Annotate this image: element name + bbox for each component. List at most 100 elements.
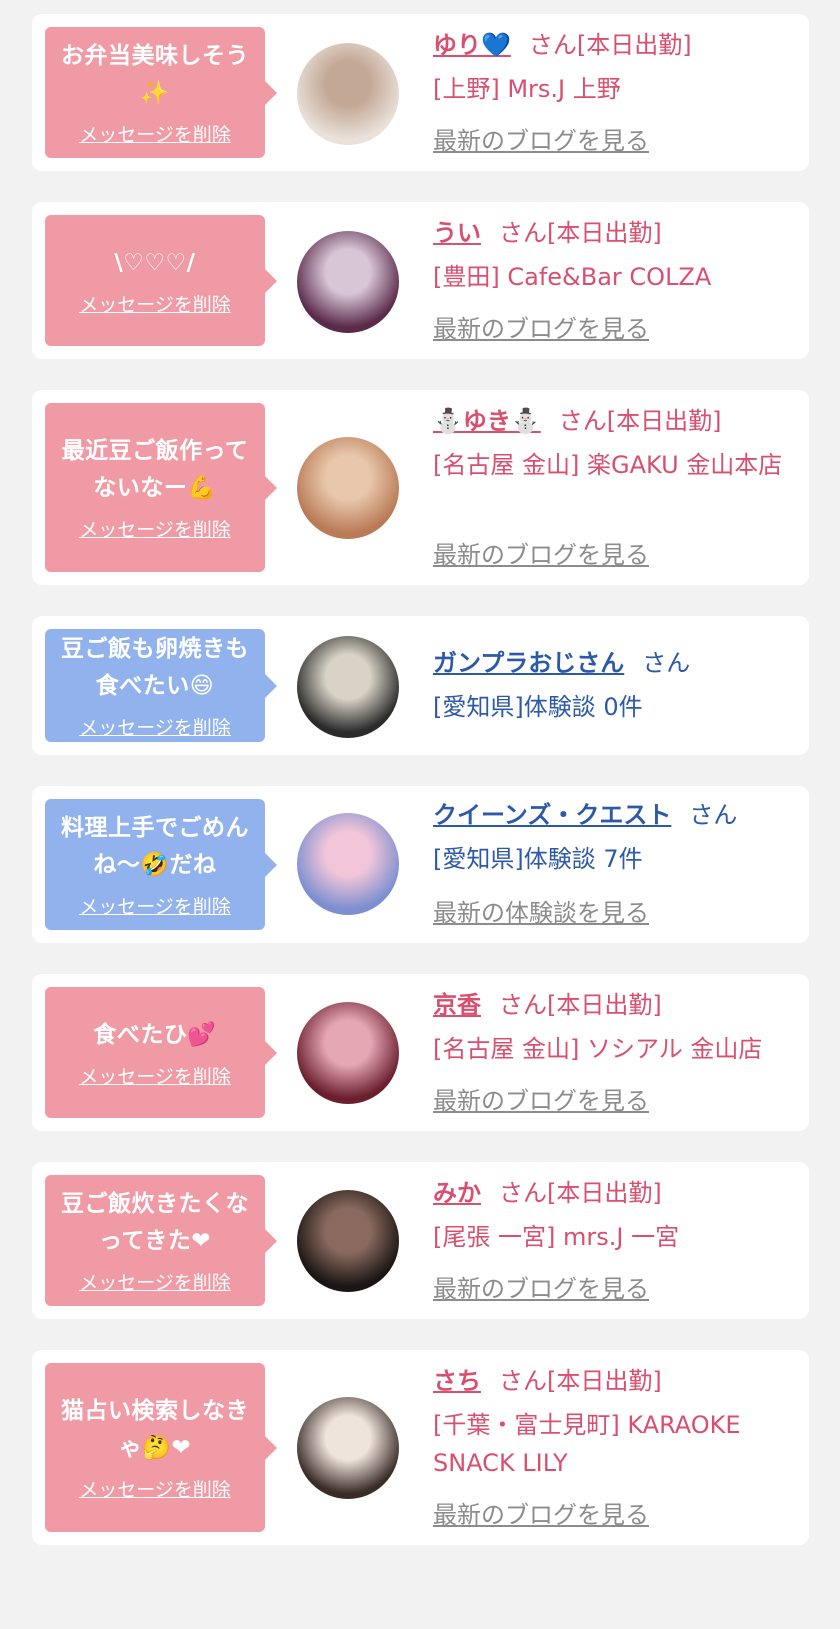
sender-status: さん [642, 649, 691, 677]
message-bubble: 猫占い検索しなき ゃ🤔❤ メッセージを削除 [45, 1363, 277, 1532]
message-card: 食べたひ💕 メッセージを削除 京香 さん[本日出勤] [名古屋 金山] ソシアル 金山店… [32, 974, 809, 1131]
avatar[interactable] [297, 437, 399, 539]
sender-name-line: クイーンズ・クエスト さん [433, 798, 791, 832]
avatar[interactable] [297, 1002, 399, 1104]
message-text: \♡♡♡/ [114, 245, 195, 282]
avatar[interactable] [297, 813, 399, 915]
latest-blog-link[interactable]: 最新のブログを見る [433, 535, 649, 570]
sender-name-link[interactable]: みか [433, 1179, 481, 1207]
sender-info: ゆり💙 さん[本日出勤] [上野] Mrs.J 上野最新のブログを見る [433, 28, 791, 171]
message-bubble: \♡♡♡/ メッセージを削除 [45, 215, 277, 346]
sender-info: クイーンズ・クエスト さん [愛知県]体験談 7件最新の体験談を見る [433, 798, 791, 943]
message-card: お弁当美味しそう ✨ メッセージを削除 ゆり💙 さん[本日出勤] [上野] Mrs.J 上… [32, 14, 809, 171]
message-line: ないなー💪 [93, 475, 217, 501]
latest-blog-link[interactable]: 最新のブログを見る [433, 121, 649, 156]
sender-name-line: ⛄ゆき⛄ さん[本日出勤] [433, 404, 791, 438]
message-line: \♡♡♡/ [114, 249, 196, 276]
sender-info: みか さん[本日出勤] [尾張 一宮] mrs.J 一宮最新のブログを見る [433, 1176, 791, 1319]
avatar[interactable] [297, 43, 399, 145]
sender-status: さん[本日出勤] [499, 991, 662, 1019]
sender-info: うい さん[本日出勤] [豊田] Cafe&Bar COLZA 最新のブログを見る [433, 216, 791, 359]
message-line: 最近豆ご飯作って [61, 438, 249, 464]
sender-status: さん[本日出勤] [499, 1367, 662, 1395]
sender-name-link[interactable]: ガンプラおじさん [433, 649, 624, 677]
sender-name-link[interactable]: さち [433, 1367, 481, 1395]
avatar[interactable] [297, 1397, 399, 1499]
sender-info: さち さん[本日出勤] [千葉・富士見町] KARAOKE SNACK LILY 最新… [433, 1364, 791, 1545]
shop-name: [千葉・富士見町] KARAOKE SNACK LILY [433, 1411, 741, 1477]
delete-message-link[interactable]: メッセージを削除 [79, 290, 231, 317]
sender-info: ⛄ゆき⛄ さん[本日出勤] [名古屋 金山] 楽GAKU 金山本店最新のブログを見る [433, 404, 791, 585]
message-bubble: 豆ご飯も卵焼きも 食べたい😄 メッセージを削除 [45, 629, 277, 742]
message-text: 豆ご飯も卵焼きも 食べたい😄 [61, 631, 249, 705]
shop-name: [豊田] Cafe&Bar COLZA [433, 263, 712, 291]
delete-message-link[interactable]: メッセージを削除 [79, 120, 231, 147]
message-line: 豆ご飯も卵焼きも [61, 636, 249, 662]
message-card: \♡♡♡/ メッセージを削除 うい さん[本日出勤] [豊田] Cafe&Bar COL… [32, 202, 809, 359]
delete-message-link[interactable]: メッセージを削除 [79, 1062, 231, 1089]
message-card: 料理上手でごめん ね〜🤣だねメッセージを削除 クイーンズ・クエスト さん [愛知県]体験… [32, 786, 809, 943]
delete-message-link[interactable]: メッセージを削除 [79, 1268, 231, 1295]
message-line: 料理上手でごめん [61, 815, 249, 841]
sender-name-line: ゆり💙 さん[本日出勤] [433, 28, 791, 62]
message-text: 食べたひ💕 [93, 1017, 216, 1054]
avatar[interactable] [297, 231, 399, 333]
message-line: 食べたい😄 [95, 673, 215, 699]
message-line: ね〜🤣だね [93, 852, 217, 878]
shop-name: [上野] Mrs.J 上野 [433, 75, 621, 103]
latest-blog-link[interactable]: 最新のブログを見る [433, 1495, 649, 1530]
message-bubble: 豆ご飯炊きたくな ってきた❤ メッセージを削除 [45, 1175, 277, 1306]
sender-info: ガンプラおじさん さん [愛知県]体験談 0件 [433, 646, 791, 755]
review-count: [愛知県]体験談 7件 [433, 845, 643, 873]
sender-status: さん[本日出勤] [528, 31, 692, 59]
message-line: ってきた❤ [99, 1228, 211, 1254]
sender-name-line: うい さん[本日出勤] [433, 216, 791, 250]
sender-status: さん[本日出勤] [558, 407, 722, 435]
sender-name-line: みか さん[本日出勤] [433, 1176, 791, 1210]
message-card: 豆ご飯も卵焼きも 食べたい😄 メッセージを削除 ガンプラおじさん さん [愛知県]体験談 … [32, 616, 809, 755]
avatar[interactable] [297, 636, 399, 738]
delete-message-link[interactable]: メッセージを削除 [79, 713, 231, 740]
sender-name-line: ガンプラおじさん さん [433, 646, 791, 680]
latest-blog-link[interactable]: 最新のブログを見る [433, 1269, 649, 1304]
message-line: お弁当美味しそう [61, 43, 249, 69]
sender-name-link[interactable]: うい [433, 219, 481, 247]
message-text: 最近豆ご飯作って ないなー💪 [62, 433, 249, 507]
message-bubble: お弁当美味しそう ✨ メッセージを削除 [45, 27, 277, 158]
sender-status: さん[本日出勤] [499, 1179, 662, 1207]
delete-message-link[interactable]: メッセージを削除 [79, 1475, 231, 1502]
sender-status: さん[本日出勤] [499, 219, 662, 247]
message-card: 最近豆ご飯作って ないなー💪 メッセージを削除 ⛄ゆき⛄ さん[本日出勤] [名古屋 金山… [32, 390, 809, 585]
latest-review-link[interactable]: 最新の体験談を見る [433, 893, 649, 928]
message-list: お弁当美味しそう ✨ メッセージを削除 ゆり💙 さん[本日出勤] [上野] Mrs.J 上… [0, 0, 840, 1629]
message-text: 料理上手でごめん ね〜🤣だね [61, 810, 249, 884]
sender-name-link[interactable]: ゆり💙 [433, 31, 511, 59]
shop-name: [尾張 一宮] mrs.J 一宮 [433, 1223, 680, 1251]
message-line: 食べたひ💕 [93, 1021, 217, 1048]
message-card: 豆ご飯炊きたくな ってきた❤ メッセージを削除 みか さん[本日出勤] [尾張 一宮] m… [32, 1162, 809, 1319]
delete-message-link[interactable]: メッセージを削除 [79, 892, 231, 919]
shop-name: [名古屋 金山] 楽GAKU 金山本店 [433, 451, 783, 479]
message-line: ゃ🤔❤ [118, 1435, 192, 1461]
message-bubble: 食べたひ💕 メッセージを削除 [45, 987, 277, 1118]
sender-name-link[interactable]: クイーンズ・クエスト [433, 801, 671, 829]
message-text: 猫占い検索しなき ゃ🤔❤ [61, 1393, 249, 1467]
message-text: お弁当美味しそう ✨ [61, 38, 249, 112]
message-card: 猫占い検索しなき ゃ🤔❤ メッセージを削除 さち さん[本日出勤] [千葉・富士見町] K… [32, 1350, 809, 1545]
latest-blog-link[interactable]: 最新のブログを見る [433, 1081, 649, 1116]
sender-info: 京香 さん[本日出勤] [名古屋 金山] ソシアル 金山店最新のブログを見る [433, 988, 791, 1131]
delete-message-link[interactable]: メッセージを削除 [79, 515, 231, 542]
message-line: 豆ご飯炊きたくな [61, 1191, 249, 1217]
sender-name-link[interactable]: 京香 [433, 991, 481, 1019]
sender-name-line: 京香 さん[本日出勤] [433, 988, 791, 1022]
sender-name-line: さち さん[本日出勤] [433, 1364, 791, 1398]
message-line: ✨ [140, 80, 170, 106]
message-bubble: 料理上手でごめん ね〜🤣だねメッセージを削除 [45, 799, 277, 930]
message-line: 猫占い検索しなき [61, 1398, 249, 1424]
avatar[interactable] [297, 1190, 399, 1292]
review-count: [愛知県]体験談 0件 [433, 693, 643, 721]
sender-name-link[interactable]: ⛄ゆき⛄ [433, 407, 541, 435]
latest-blog-link[interactable]: 最新のブログを見る [433, 309, 649, 344]
shop-name: [名古屋 金山] ソシアル 金山店 [433, 1035, 763, 1063]
message-text: 豆ご飯炊きたくな ってきた❤ [61, 1186, 249, 1260]
